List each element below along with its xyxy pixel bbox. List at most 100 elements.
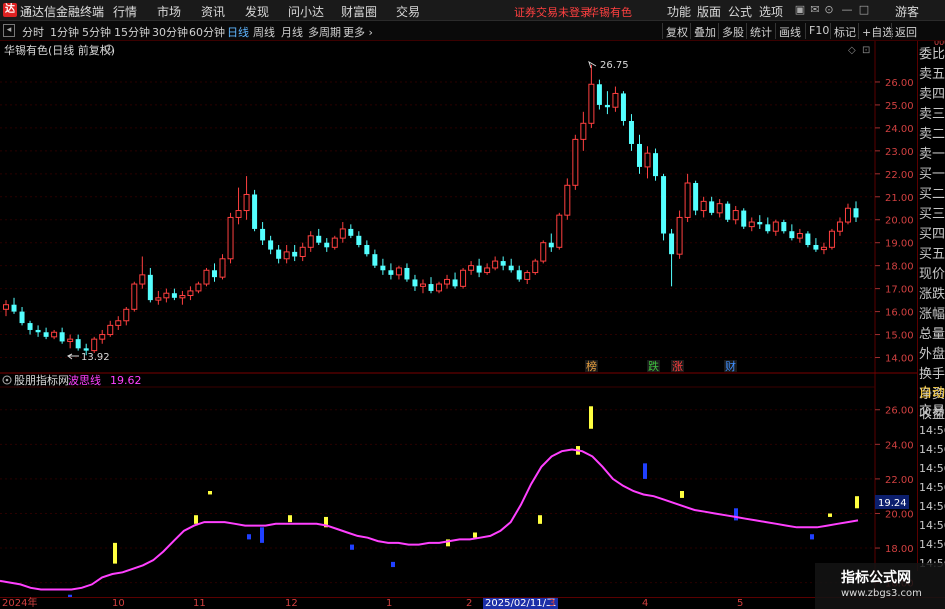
period-15min[interactable]: 15分钟 — [114, 24, 150, 40]
candle — [283, 245, 290, 264]
message-icon[interactable]: ✉ — [808, 3, 822, 17]
period-60min[interactable]: 60分钟 — [189, 24, 225, 40]
chart-area[interactable]: 华锡有色(日线 前复权) ◇ ⊡ 26.00 25.00 24.00 23.00 22.… — [0, 41, 917, 597]
period-monthly[interactable]: 月线 — [281, 24, 303, 40]
side-quote-label[interactable]: 买二 — [919, 185, 945, 205]
event-marker-down[interactable]: 跌 — [648, 359, 659, 373]
help-icon[interactable]: ⊙ — [822, 3, 836, 17]
side-quote-label[interactable]: 外盘 — [919, 345, 945, 365]
side-quote-label[interactable]: 总量 — [919, 325, 945, 345]
event-marker-finance[interactable]: 财 — [725, 359, 736, 373]
draw-line-button[interactable]: 画线 — [775, 23, 804, 39]
menu-functions[interactable]: 功能 — [667, 3, 691, 20]
side-quote-label[interactable]: 卖一 — [919, 145, 945, 165]
candle-body — [283, 251, 290, 260]
side-quote-label[interactable]: 买一 — [919, 165, 945, 185]
candle — [700, 196, 707, 218]
candle-body — [684, 182, 691, 218]
candle — [171, 288, 177, 301]
side-quote-label[interactable]: 换手 — [919, 365, 945, 385]
candle — [139, 256, 146, 289]
candle-body — [653, 153, 659, 177]
diamond-icon[interactable]: ◇ — [848, 45, 856, 56]
trade-label[interactable]: 交易 — [919, 402, 945, 422]
expand-icon[interactable]: ⊡ — [862, 45, 870, 56]
back-button[interactable]: 返回 — [891, 23, 920, 39]
period-more[interactable]: 更多 › — [343, 24, 373, 40]
menu-formula[interactable]: 公式 — [728, 3, 752, 20]
wave-curve-line — [0, 448, 859, 591]
period-multi[interactable]: 多周期 — [308, 24, 341, 40]
menu-discover[interactable]: 发现 — [245, 3, 269, 20]
statistics-button[interactable]: 统计 — [746, 23, 775, 39]
menu-market-quotes[interactable]: 行情 — [113, 3, 137, 20]
event-marker-rank[interactable]: 榜 — [586, 359, 597, 373]
side-quote-label[interactable]: 卖三 — [919, 105, 945, 125]
maximize-icon[interactable]: □ — [857, 3, 871, 17]
candle-body — [43, 332, 49, 337]
indicator-line-name: 波思线 — [68, 373, 101, 387]
period-daily[interactable]: 日线 — [227, 24, 249, 40]
side-quote-label[interactable]: 卖五 — [919, 65, 945, 85]
side-quote-label[interactable]: 买五 — [919, 245, 945, 265]
menu-layout[interactable]: 版面 — [697, 3, 721, 20]
side-quote-label[interactable]: 现价 — [919, 265, 945, 285]
side-quote-label[interactable]: 卖二 — [919, 125, 945, 145]
main-y-tick-label: 18.00 — [885, 262, 914, 273]
period-intraday[interactable]: 分时 — [22, 24, 44, 40]
candle-body — [348, 228, 354, 236]
candle — [51, 329, 58, 340]
period-30min[interactable]: 30分钟 — [152, 24, 188, 40]
candle-body — [436, 283, 443, 292]
menu-options[interactable]: 选项 — [759, 3, 783, 20]
minimize-icon[interactable]: — — [840, 3, 854, 17]
tick-time: 14:56 — [919, 424, 945, 437]
tick-time: 14:56 — [919, 538, 945, 551]
menu-markets[interactable]: 市场 — [157, 3, 181, 20]
candle — [532, 258, 539, 275]
candle — [339, 222, 346, 243]
menu-wealth-circle[interactable]: 财富圈 — [341, 3, 377, 20]
trade-login-notice[interactable]: 证券交易未登录 — [514, 4, 591, 20]
auto-trade-label[interactable]: 自动 — [919, 384, 945, 404]
candle-body — [836, 221, 843, 232]
toggle-left-panel-icon[interactable]: ◂ — [3, 24, 15, 37]
period-weekly[interactable]: 周线 — [253, 24, 275, 40]
candle — [813, 238, 819, 252]
candle — [636, 134, 642, 174]
side-quote-label[interactable]: 涨跌 — [919, 285, 945, 305]
side-quote-label[interactable]: 买三 — [919, 205, 945, 225]
period-1min[interactable]: 1分钟 — [50, 24, 79, 40]
indicator-settings-icon[interactable] — [2, 375, 12, 385]
side-quote-label[interactable]: 涨幅 — [919, 305, 945, 325]
side-quote-label[interactable]: 买四 — [919, 225, 945, 245]
indicator-y-tick-label: 20.00 — [885, 509, 914, 520]
period-5min[interactable]: 5分钟 — [82, 24, 111, 40]
candle — [187, 286, 194, 301]
mark-button[interactable]: 标记 — [830, 23, 859, 39]
candle-body — [91, 338, 98, 352]
app-logo-icon: 达 — [3, 3, 17, 17]
f10-button[interactable]: F10 — [805, 23, 832, 39]
candle — [853, 201, 859, 223]
skin-icon[interactable]: ▣ — [793, 3, 807, 17]
menu-trade[interactable]: 交易 — [396, 3, 420, 20]
candle — [732, 205, 739, 225]
indicator-y-tick-label: 18.00 — [885, 544, 914, 555]
menu-news[interactable]: 资讯 — [201, 3, 225, 20]
side-quote-label[interactable]: 卖四 — [919, 85, 945, 105]
guest-login[interactable]: 游客 — [895, 3, 919, 20]
side-quote-label[interactable]: 委比 — [919, 45, 945, 65]
tick-time: 14:56 — [919, 519, 945, 532]
candle — [147, 267, 153, 303]
event-marker-up[interactable]: 涨 — [672, 360, 683, 373]
adjust-rights-button[interactable]: 复权 — [662, 23, 691, 39]
overlay-button[interactable]: 叠加 — [690, 23, 719, 39]
selected-date[interactable]: 2025/02/11/二 — [483, 598, 559, 609]
candle — [243, 176, 250, 220]
menu-wenxiaoda[interactable]: 问小达 — [288, 3, 324, 20]
candle-body — [252, 194, 258, 229]
multi-stock-button[interactable]: 多股 — [718, 23, 747, 39]
candle-body — [11, 304, 17, 312]
candle — [725, 201, 731, 223]
